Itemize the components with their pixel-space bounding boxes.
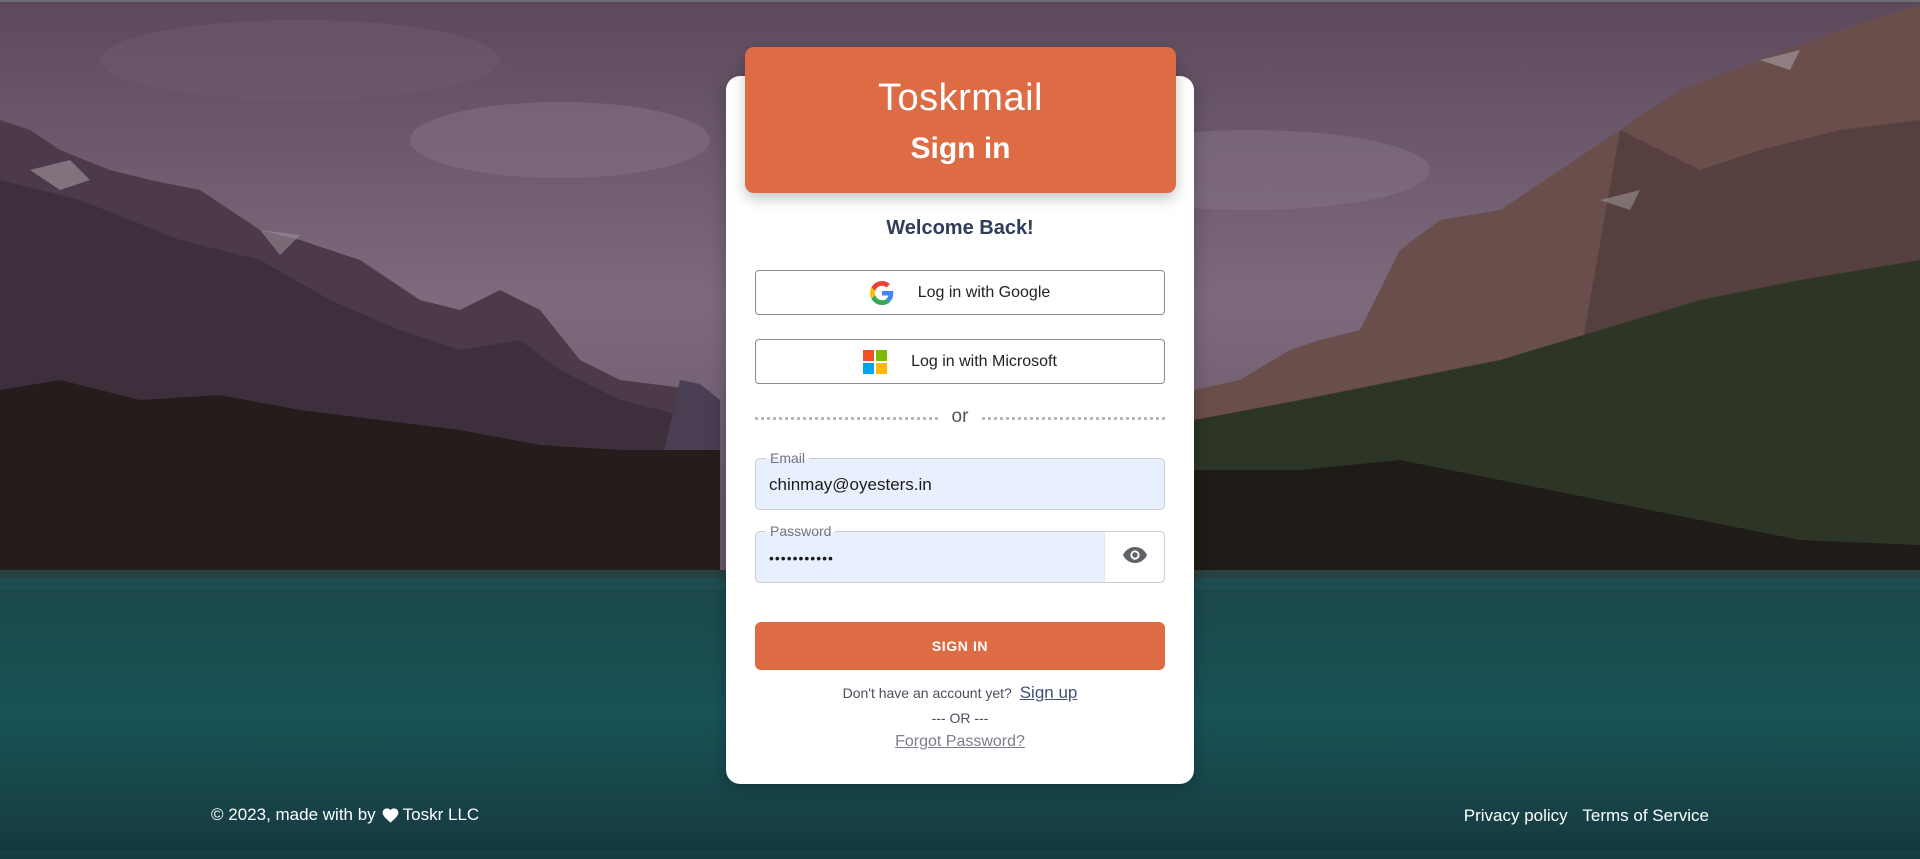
- copyright-text: © 2023, made with by: [211, 805, 376, 824]
- microsoft-login-label: Log in with Microsoft: [911, 352, 1057, 370]
- toggle-password-visibility-button[interactable]: [1104, 532, 1164, 582]
- welcome-heading: Welcome Back!: [886, 217, 1034, 239]
- or-separator: --- OR ---: [931, 710, 989, 726]
- privacy-policy-link[interactable]: Privacy policy: [1464, 806, 1568, 825]
- footer-copyright: © 2023, made with by Toskr LLC: [211, 805, 479, 825]
- divider-line-right: [982, 417, 1165, 420]
- forgot-password-row: Forgot Password?: [726, 733, 1194, 751]
- google-g-icon: [869, 280, 894, 305]
- terms-of-service-link[interactable]: Terms of Service: [1582, 806, 1709, 825]
- footer-links: Privacy policy Terms of Service: [1454, 806, 1709, 826]
- or-divider: or: [755, 405, 1165, 431]
- microsoft-logo-icon: [863, 349, 888, 374]
- password-label: Password: [766, 523, 836, 539]
- card-header: Toskrmail Sign in: [745, 47, 1176, 193]
- password-input[interactable]: •••••••••••: [769, 550, 1099, 566]
- heart-icon: [382, 807, 399, 823]
- sign-in-button[interactable]: SIGN IN: [755, 622, 1165, 670]
- password-field[interactable]: Password •••••••••••: [755, 523, 1165, 583]
- google-login-label: Log in with Google: [917, 283, 1051, 301]
- brand-name: Toskrmail: [878, 77, 1043, 119]
- company-name: Toskr LLC: [402, 805, 480, 824]
- signup-link[interactable]: Sign up: [1020, 683, 1078, 702]
- forgot-password-link[interactable]: Forgot Password?: [895, 733, 1025, 750]
- email-field[interactable]: Email: [755, 450, 1165, 510]
- window-top-border: [0, 0, 1920, 2]
- email-input[interactable]: [769, 475, 1099, 495]
- google-login-button[interactable]: Log in with Google: [755, 270, 1165, 315]
- signup-prompt-row: Don't have an account yet? Sign up: [726, 683, 1194, 703]
- page-title: Sign in: [910, 132, 1011, 165]
- microsoft-login-button[interactable]: Log in with Microsoft: [755, 339, 1165, 384]
- eye-icon: [1122, 546, 1148, 569]
- email-label: Email: [766, 450, 810, 466]
- signup-prompt: Don't have an account yet?: [842, 685, 1012, 701]
